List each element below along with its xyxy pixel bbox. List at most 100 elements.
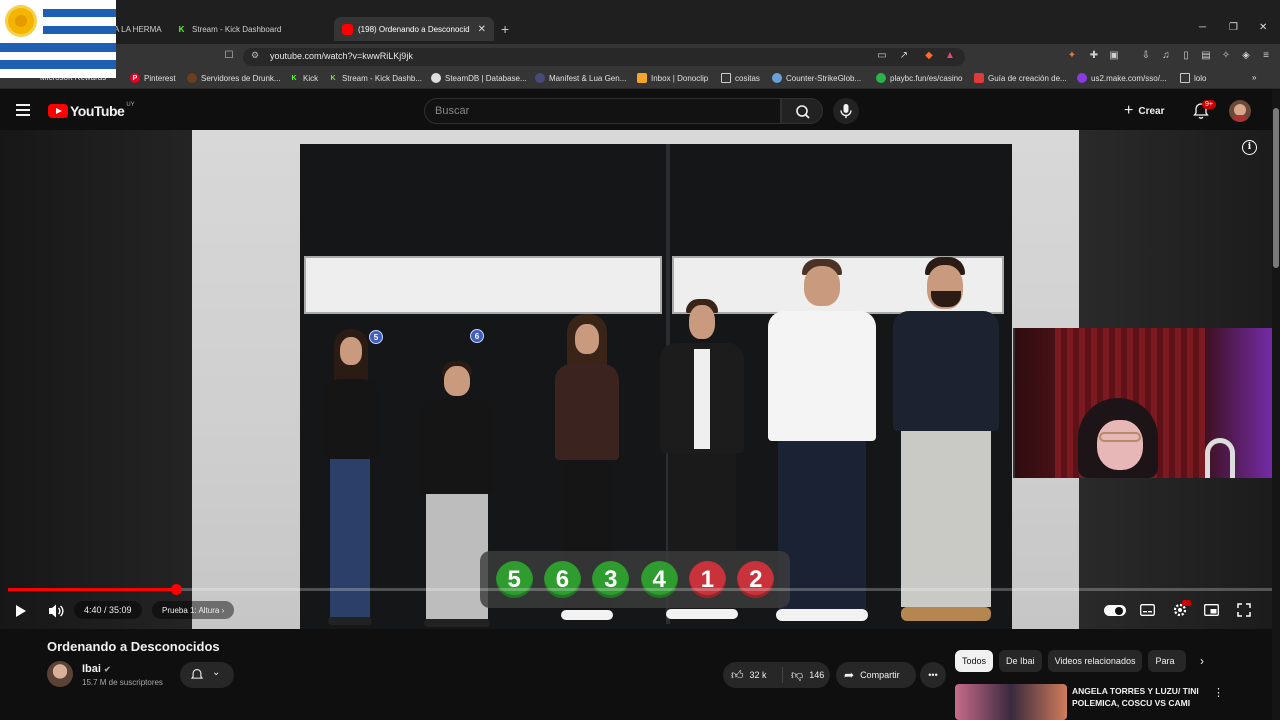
kick-icon: K (178, 24, 185, 34)
subscription-bell-button[interactable]: ⌄ (180, 662, 234, 688)
chip-all[interactable]: Todos (955, 650, 994, 672)
subtitles-icon[interactable] (1140, 604, 1155, 616)
bookmark-item[interactable]: playbc.fun/es/casino (876, 73, 963, 83)
channel-avatar[interactable] (47, 661, 73, 687)
search-button[interactable] (781, 98, 823, 124)
bookmark-folder[interactable]: lolo (1180, 73, 1206, 83)
like-count: 32 k (749, 670, 767, 680)
leo-icon[interactable]: ✧ (1220, 50, 1232, 62)
tab-youtube-video[interactable]: (198) Ordenando a Desconocido ✕ (334, 17, 494, 41)
tab-hermana[interactable]: A LA HERMA (114, 17, 164, 41)
bookmark-item[interactable]: K Kick (289, 73, 318, 83)
sidebar-icon[interactable]: ▯ (1180, 50, 1192, 62)
more-bookmarks-icon[interactable]: » (1252, 73, 1256, 82)
bookmark-item[interactable]: us2.make.com/sso/... (1077, 73, 1167, 83)
progress-bar[interactable] (8, 584, 1272, 595)
brave-shield-icon[interactable]: ◆ (923, 50, 935, 62)
bookmark-item[interactable]: SteamDB | Database... (431, 73, 527, 83)
fullscreen-icon[interactable] (1237, 603, 1251, 617)
volume-icon[interactable] (47, 603, 65, 619)
minimize-icon[interactable]: ─ (1199, 22, 1206, 33)
share-icon[interactable]: ↗ (898, 50, 910, 62)
restore-icon[interactable]: ❐ (1229, 22, 1238, 33)
close-window-icon[interactable]: ✕ (1259, 22, 1267, 33)
voice-search-button[interactable] (833, 98, 859, 124)
youtube-play-icon (48, 104, 68, 118)
bookmark-item[interactable]: Counter-StrikeGlob... (772, 73, 861, 83)
height-marker-left (304, 256, 662, 314)
more-vertical-icon[interactable]: ⋮ (1213, 686, 1224, 699)
ranking-number: 6 (543, 561, 581, 598)
vpn-icon[interactable]: ◈ (1240, 50, 1252, 62)
scrollbar-thumb[interactable] (1273, 108, 1279, 268)
pinterest-icon: P (130, 73, 140, 83)
bookmark-item[interactable]: Servidores de Drunk... (187, 73, 281, 83)
close-tab-icon[interactable]: ✕ (478, 24, 486, 35)
create-label: Crear (1138, 105, 1165, 117)
bookmark-item[interactable]: P Pinterest (130, 73, 176, 83)
tab-label: A LA HERMA (114, 24, 162, 34)
bookmark-label: lolo (1194, 73, 1207, 83)
create-button[interactable]: + Crear (1124, 102, 1164, 120)
bookmark-label: Guía de creación de... (988, 73, 1067, 83)
bell-icon (190, 669, 204, 679)
menu-icon[interactable]: ≡ (1260, 50, 1272, 62)
like-button[interactable]: 👍︎ 32 k (723, 667, 783, 683)
bookmark-label: Inbox | Donoclip (651, 73, 709, 83)
bookmark-item[interactable]: Guía de creación de... (974, 73, 1067, 83)
player-controls: 4:40 / 35:09 Prueba 1: Altura › (0, 596, 1280, 628)
wallet-icon[interactable]: ▣ (1108, 50, 1120, 62)
play-icon[interactable] (14, 604, 28, 618)
recommended-thumbnail[interactable] (955, 684, 1067, 720)
chips-next-icon[interactable]: › (1200, 654, 1204, 668)
omnibox[interactable]: ⚙ youtube.com/watch?v=kwwRiLKj9jk (243, 48, 965, 66)
tab-label: Stream - Kick Dashboard (192, 24, 282, 34)
page-scrollbar[interactable] (1272, 90, 1280, 720)
guide-icon (974, 73, 984, 83)
site-info-icon[interactable]: ⚙ (251, 50, 259, 61)
puzzle-icon[interactable]: ✚ (1088, 50, 1100, 62)
dislike-count: 146 (809, 670, 825, 680)
thumbs-down-icon: 👎︎ (791, 667, 804, 682)
channel-name[interactable]: Ibai ✔ (82, 663, 111, 675)
tab-kick-dashboard[interactable]: K Stream - Kick Dashboard (176, 17, 326, 41)
info-icon[interactable]: i (1242, 140, 1257, 155)
youtube-logo[interactable]: YouTube UY (48, 102, 135, 119)
chapter-button[interactable]: Prueba 1: Altura › (152, 601, 235, 619)
recommended-title[interactable]: ANGELA TORRES Y LUZU/ TINI POLEMICA, COS… (1072, 685, 1202, 709)
screen: A LA HERMA K Stream - Kick Dashboard (19… (0, 0, 1280, 720)
menu-icon[interactable] (16, 104, 30, 116)
extension-icon[interactable]: ✦ (1066, 50, 1078, 62)
uruguay-flag-overlay (0, 0, 116, 78)
bookmark-label: Servidores de Drunk... (201, 73, 281, 83)
download-icon[interactable]: ⇩ (1140, 50, 1152, 62)
bookmark-icon[interactable]: ☐ (223, 50, 235, 62)
drunk-icon (187, 73, 197, 83)
kick-icon: K (291, 74, 297, 82)
account-avatar[interactable] (1229, 100, 1251, 122)
ranking-number: 5 (495, 561, 533, 598)
share-button[interactable]: ➦ Compartir (836, 662, 916, 688)
dislike-button[interactable]: 👎︎ 146 (783, 668, 824, 683)
miniplayer-icon[interactable] (1204, 604, 1219, 616)
brave-rewards-icon[interactable]: ▲ (944, 50, 956, 62)
bookmark-item[interactable]: K Stream - Kick Dashb... (328, 73, 422, 83)
cast-icon[interactable]: ▭ (876, 50, 888, 62)
chip-from-channel[interactable]: De Ibai (999, 650, 1042, 672)
browser-tabstrip: A LA HERMA K Stream - Kick Dashboard (19… (0, 0, 1280, 44)
bookmark-folder[interactable]: cositas (721, 73, 760, 83)
chip-related[interactable]: Videos relacionados (1047, 650, 1143, 672)
autoplay-toggle[interactable] (1104, 605, 1126, 616)
search-input[interactable] (425, 99, 780, 123)
chapter-title: Prueba 1: Altura (162, 606, 220, 615)
new-tab-button[interactable]: + (501, 21, 509, 37)
contestant-number-tag: 5 (369, 330, 383, 344)
video-player[interactable]: 5 6 5 6 3 4 1 2 i 4:40 / 35:09 Prueba 1:… (0, 130, 1280, 629)
media-icon[interactable]: ♫ (1160, 50, 1172, 62)
search-icon (796, 105, 810, 119)
bookmark-item[interactable]: Inbox | Donoclip (637, 73, 708, 83)
chip-for-you[interactable]: Para (1148, 650, 1187, 672)
bookmark-item[interactable]: Manifest & Lua Gen... (535, 73, 626, 83)
tabs-icon[interactable]: ▤ (1200, 50, 1212, 62)
more-actions-button[interactable]: ••• (920, 662, 946, 688)
